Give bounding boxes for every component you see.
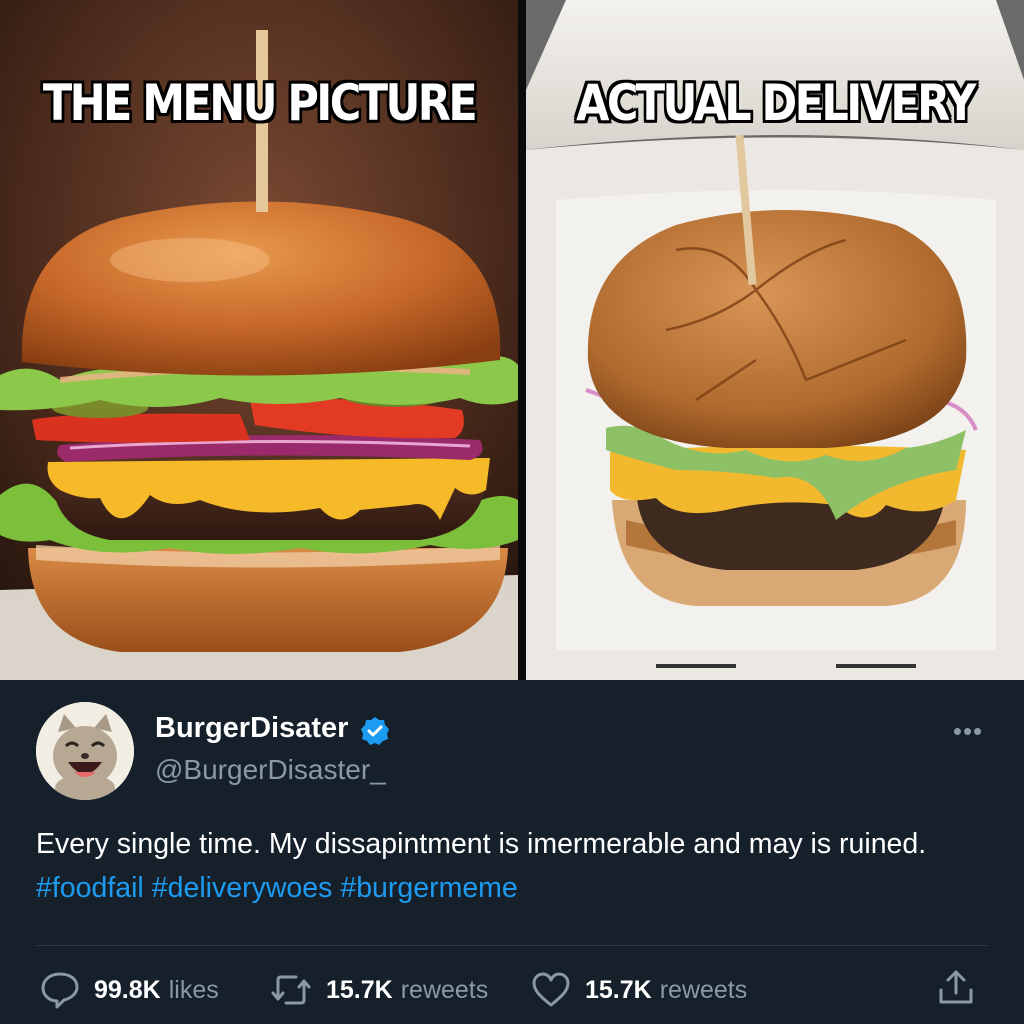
- left-caption: THE MENU PICTURE: [42, 74, 478, 132]
- like-count: 15.7K: [585, 975, 652, 1004]
- more-dots-icon[interactable]: •••: [948, 716, 988, 746]
- tweet-body: Every single time. My dissapintment is i…: [36, 828, 927, 860]
- hashtag-list: #foodfail #deliverywoes #burgermeme: [36, 866, 996, 910]
- user-handle[interactable]: @BurgerDisaster_: [155, 754, 386, 786]
- share-icon[interactable]: [936, 968, 976, 1008]
- reply-label: likes: [168, 975, 219, 1004]
- retweet-icon: [271, 975, 311, 1005]
- heart-icon: [532, 972, 570, 1007]
- hashtag-link[interactable]: #foodfail: [36, 872, 144, 904]
- menu-picture-panel: THE MENU PICTURE: [0, 0, 518, 680]
- meme-image[interactable]: THE MENU PICTURE ACTUAL DELIVERY: [0, 0, 1024, 680]
- avatar[interactable]: [36, 702, 134, 800]
- like-button[interactable]: 15.7K reweets: [531, 968, 747, 1012]
- tweet-text: Every single time. My dissapintment is i…: [36, 822, 996, 910]
- actual-delivery-panel: ACTUAL DELIVERY: [526, 0, 1024, 680]
- laughing-cat-icon: [36, 702, 134, 800]
- display-name[interactable]: BurgerDisater: [155, 712, 348, 745]
- retweet-button[interactable]: 15.7K reweets: [270, 968, 488, 1012]
- hashtag-link[interactable]: #burgermeme: [340, 872, 517, 904]
- verified-badge-icon: [361, 717, 389, 745]
- reply-count: 99.8K: [94, 975, 161, 1004]
- like-label: reweets: [659, 975, 748, 1004]
- hashtag-link[interactable]: #deliverywoes: [152, 872, 333, 904]
- retweet-count: 15.7K: [326, 975, 393, 1004]
- reply-bubble-icon: [41, 972, 79, 1009]
- right-caption: ACTUAL DELIVERY: [576, 74, 976, 132]
- divider: [36, 945, 988, 946]
- reply-button[interactable]: 99.8K likes: [40, 968, 219, 1012]
- retweet-label: reweets: [400, 975, 489, 1004]
